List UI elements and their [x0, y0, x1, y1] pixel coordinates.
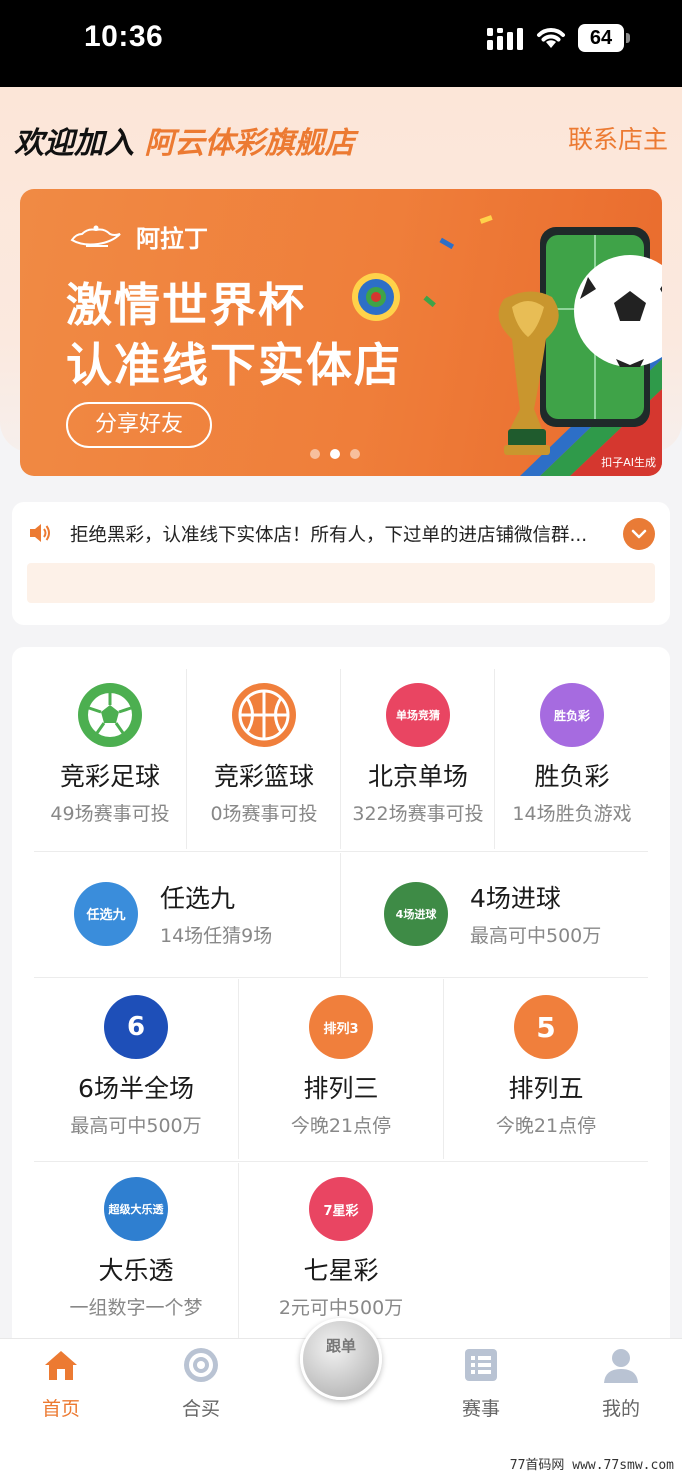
welcome-prefix: 欢迎加入 [14, 126, 134, 161]
lottery-subtitle: 今晚21点停 [495, 1115, 597, 1137]
icon-caption: 任选九 [86, 908, 126, 923]
ai-generated-tag: 扣子AI生成 [601, 456, 656, 469]
lottery-jc-football[interactable]: 竞彩足球 49场赛事可投 [34, 683, 186, 826]
pick-three-icon: 排列3 [309, 995, 373, 1059]
lottery-title: 竞彩足球 [59, 762, 160, 791]
banner-brand: 阿拉丁 [68, 219, 208, 254]
world-cup-trophy-image [423, 215, 662, 476]
lottery-subtitle: 14场任猜9场 [160, 925, 273, 947]
lottery-pick-nine[interactable]: 任选九 任选九 14场任猜9场 [74, 879, 272, 948]
tab-label: 赛事 [461, 1398, 500, 1420]
lottery-subtitle: 最高可中500万 [70, 1115, 202, 1137]
lottery-subtitle: 今晚21点停 [290, 1115, 392, 1137]
lottery-subtitle: 0场赛事可投 [210, 803, 318, 825]
lottery-subtitle: 最高可中500万 [470, 925, 602, 947]
banner-dot[interactable] [350, 449, 360, 459]
icon-caption: 单场竞猜 [396, 709, 440, 722]
lottery-title: 4场进球 [470, 884, 561, 913]
icon-caption: 排列3 [323, 1021, 359, 1037]
pick-five-icon: 5 [514, 995, 578, 1059]
chevron-down-icon [631, 529, 647, 539]
lottery-title: 七星彩 [303, 1256, 379, 1285]
tab-home[interactable]: 首页 [11, 1345, 111, 1421]
tab-mine[interactable]: 我的 [571, 1345, 671, 1421]
follow-order-button[interactable]: 跟单 [300, 1318, 382, 1400]
lottery-title: 任选九 [160, 884, 236, 913]
lottery-jc-basketball[interactable]: 竞彩篮球 0场赛事可投 [188, 683, 340, 826]
tab-label: 我的 [601, 1398, 640, 1420]
lottery-subtitle: 322场赛事可投 [352, 803, 484, 825]
lottery-subtitle: 一组数字一个梦 [69, 1297, 203, 1319]
lottery-beijing-single[interactable]: 单场竞猜 北京单场 322场赛事可投 [342, 683, 494, 826]
lottery-four-goals[interactable]: 4场进球 4场进球 最高可中500万 [384, 879, 601, 948]
speaker-icon [30, 524, 50, 542]
icon-caption: 6 [126, 1012, 146, 1042]
notice-expand-button[interactable] [623, 518, 655, 550]
banner-dot-active[interactable] [330, 449, 340, 459]
lottery-title: 排列五 [508, 1074, 584, 1103]
store-name: 阿云体彩旗舰店 [144, 126, 355, 161]
tab-label: 合买 [181, 1398, 220, 1420]
icon-caption: 5 [536, 1010, 556, 1044]
cellular-signal-icon [487, 28, 523, 50]
banner-pagination [310, 449, 360, 459]
lottery-pick-three[interactable]: 排列3 排列三 今晚21点停 [239, 995, 443, 1138]
list-icon [465, 1349, 497, 1381]
home-icon [45, 1351, 77, 1380]
icon-caption: 胜负彩 [553, 708, 590, 723]
wifi-icon [537, 28, 565, 48]
user-icon [604, 1349, 638, 1383]
lottery-title: 6场半全场 [78, 1074, 194, 1103]
magic-lamp-icon [70, 225, 121, 247]
four-goals-icon: 4场进球 [384, 881, 448, 946]
lottery-win-lose[interactable]: 胜负彩 胜负彩 14场胜负游戏 [496, 683, 648, 826]
status-bar: 10:36 64 [0, 0, 682, 87]
lottery-title: 北京单场 [367, 762, 468, 791]
notice-marquee-bar [27, 563, 655, 603]
lottery-subtitle: 14场胜负游戏 [512, 803, 632, 825]
target-icon [184, 1348, 218, 1382]
lottery-title: 竞彩篮球 [213, 762, 314, 791]
promo-banner[interactable]: 阿拉丁 激情世界杯 认准线下实体店 分享好友 扣子AI生成 [20, 189, 662, 476]
banner-dot[interactable] [310, 449, 320, 459]
tab-group-buy[interactable]: 合买 [151, 1345, 251, 1421]
basketball-icon [232, 683, 296, 747]
soccer-ball-icon [78, 683, 142, 747]
lottery-pick-five[interactable]: 5 排列五 今晚21点停 [444, 995, 648, 1138]
pick-nine-icon: 任选九 [74, 881, 138, 946]
lottery-super-lotto[interactable]: 超级大乐透 大乐透 一组数字一个梦 [34, 1177, 238, 1320]
lottery-grid: 竞彩足球 49场赛事可投 竞彩篮球 0场赛事可投 单场竞猜 北京单场 322场赛… [12, 647, 670, 1367]
lottery-subtitle: 2元可中500万 [278, 1297, 404, 1319]
follow-order-label: 跟单 [325, 1337, 356, 1355]
beijing-single-icon: 单场竞猜 [386, 683, 450, 747]
tab-label: 首页 [41, 1398, 80, 1420]
world-cup-emblem-icon [352, 273, 400, 321]
welcome-title: 欢迎加入 阿云体彩旗舰店 [14, 118, 354, 162]
watermark: 77首码网 www.77smw.com [509, 1458, 674, 1473]
tab-matches[interactable]: 赛事 [431, 1345, 531, 1421]
status-time: 10:36 [84, 20, 164, 53]
battery-icon: 64 [578, 24, 630, 52]
lottery-title: 排列三 [303, 1074, 379, 1103]
seven-star-icon: 7星彩 [309, 1177, 373, 1241]
icon-caption: 超级大乐透 [108, 1203, 164, 1216]
lottery-title: 胜负彩 [534, 762, 610, 791]
lottery-six-halftime[interactable]: 6 6场半全场 最高可中500万 [34, 995, 238, 1138]
battery-level: 64 [578, 24, 624, 52]
share-friends-button[interactable]: 分享好友 [66, 402, 212, 448]
contact-owner-link[interactable]: 联系店主 [568, 120, 668, 156]
banner-headline-1: 激情世界杯 [66, 278, 306, 332]
super-lotto-icon: 超级大乐透 [104, 1177, 168, 1241]
banner-brand-name: 阿拉丁 [136, 225, 208, 253]
banner-headline-2: 认准线下实体店 [66, 338, 402, 392]
lottery-title: 大乐透 [98, 1256, 174, 1285]
icon-caption: 7星彩 [323, 1203, 359, 1219]
icon-caption: 4场进球 [395, 907, 437, 921]
lottery-subtitle: 49场赛事可投 [50, 803, 170, 825]
win-lose-icon: 胜负彩 [540, 683, 604, 747]
notice-card: 拒绝黑彩，认准线下实体店！所有人，下过单的进店铺微信群... [12, 502, 670, 625]
six-halftime-icon: 6 [104, 995, 168, 1059]
notice-text: 拒绝黑彩，认准线下实体店！所有人，下过单的进店铺微信群... [70, 525, 588, 546]
lottery-seven-star[interactable]: 7星彩 七星彩 2元可中500万 [239, 1177, 443, 1320]
